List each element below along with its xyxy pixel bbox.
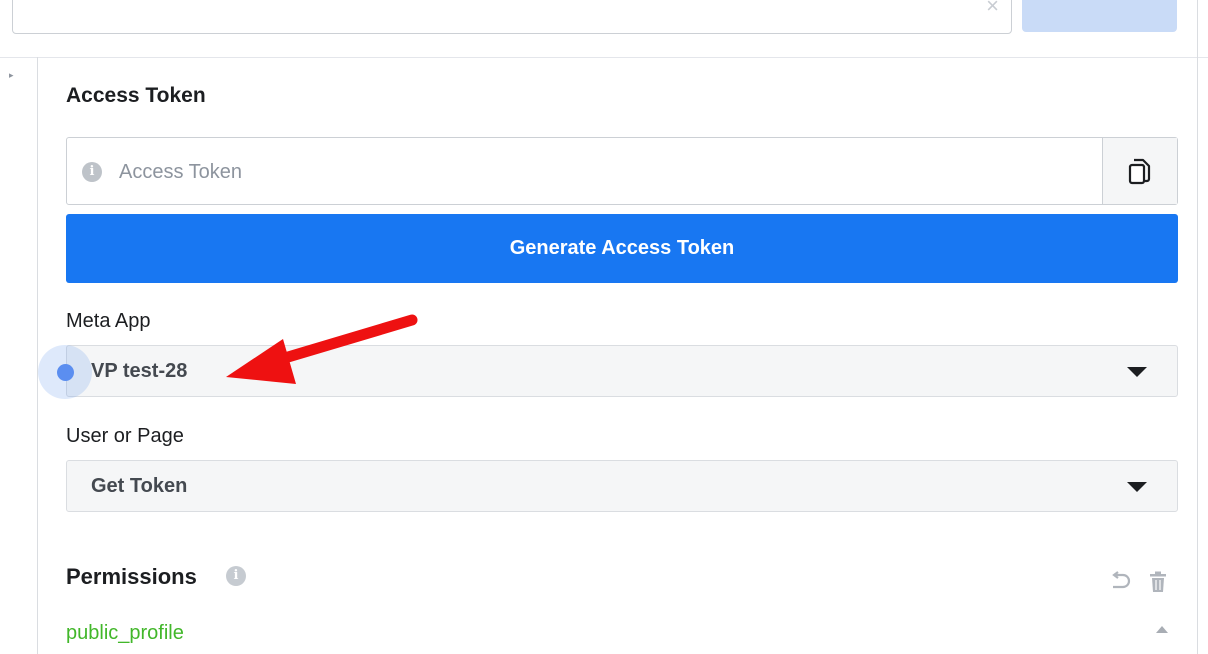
access-token-title: Access Token	[66, 84, 206, 107]
caret-down-icon	[1127, 367, 1147, 377]
scroll-up-icon[interactable]	[1156, 626, 1168, 633]
meta-app-label: Meta App	[66, 310, 151, 332]
permissions-title: Permissions	[66, 564, 197, 589]
caret-down-icon	[1127, 482, 1147, 492]
trash-icon[interactable]	[1148, 571, 1168, 593]
meta-app-selected-value: VP test-28	[91, 360, 188, 382]
undo-icon[interactable]	[1109, 571, 1133, 593]
user-or-page-select[interactable]: Get Token	[66, 460, 1178, 512]
copy-token-button[interactable]	[1102, 138, 1177, 204]
meta-app-select[interactable]: VP test-28	[66, 345, 1178, 397]
generate-access-token-button[interactable]: Generate Access Token	[66, 214, 1178, 283]
permissions-info-icon[interactable]: i	[226, 566, 246, 586]
info-icon: i	[82, 162, 102, 182]
top-search-input[interactable]: ×	[12, 0, 1012, 34]
access-token-field: i	[66, 137, 1178, 205]
copy-icon	[1128, 158, 1151, 185]
collapse-caret-icon[interactable]: ▸	[9, 70, 14, 81]
panel-right-border	[1197, 0, 1198, 654]
user-or-page-selected-value: Get Token	[91, 475, 188, 497]
top-submit-button[interactable]	[1022, 0, 1177, 32]
user-or-page-label: User or Page	[66, 425, 184, 447]
clear-icon[interactable]: ×	[986, 0, 999, 17]
divider	[0, 57, 1208, 58]
panel-left-border	[37, 57, 38, 654]
access-token-input[interactable]	[117, 152, 1121, 192]
permission-item-public-profile[interactable]: public_profile	[66, 622, 184, 645]
click-indicator-dot	[57, 364, 74, 381]
